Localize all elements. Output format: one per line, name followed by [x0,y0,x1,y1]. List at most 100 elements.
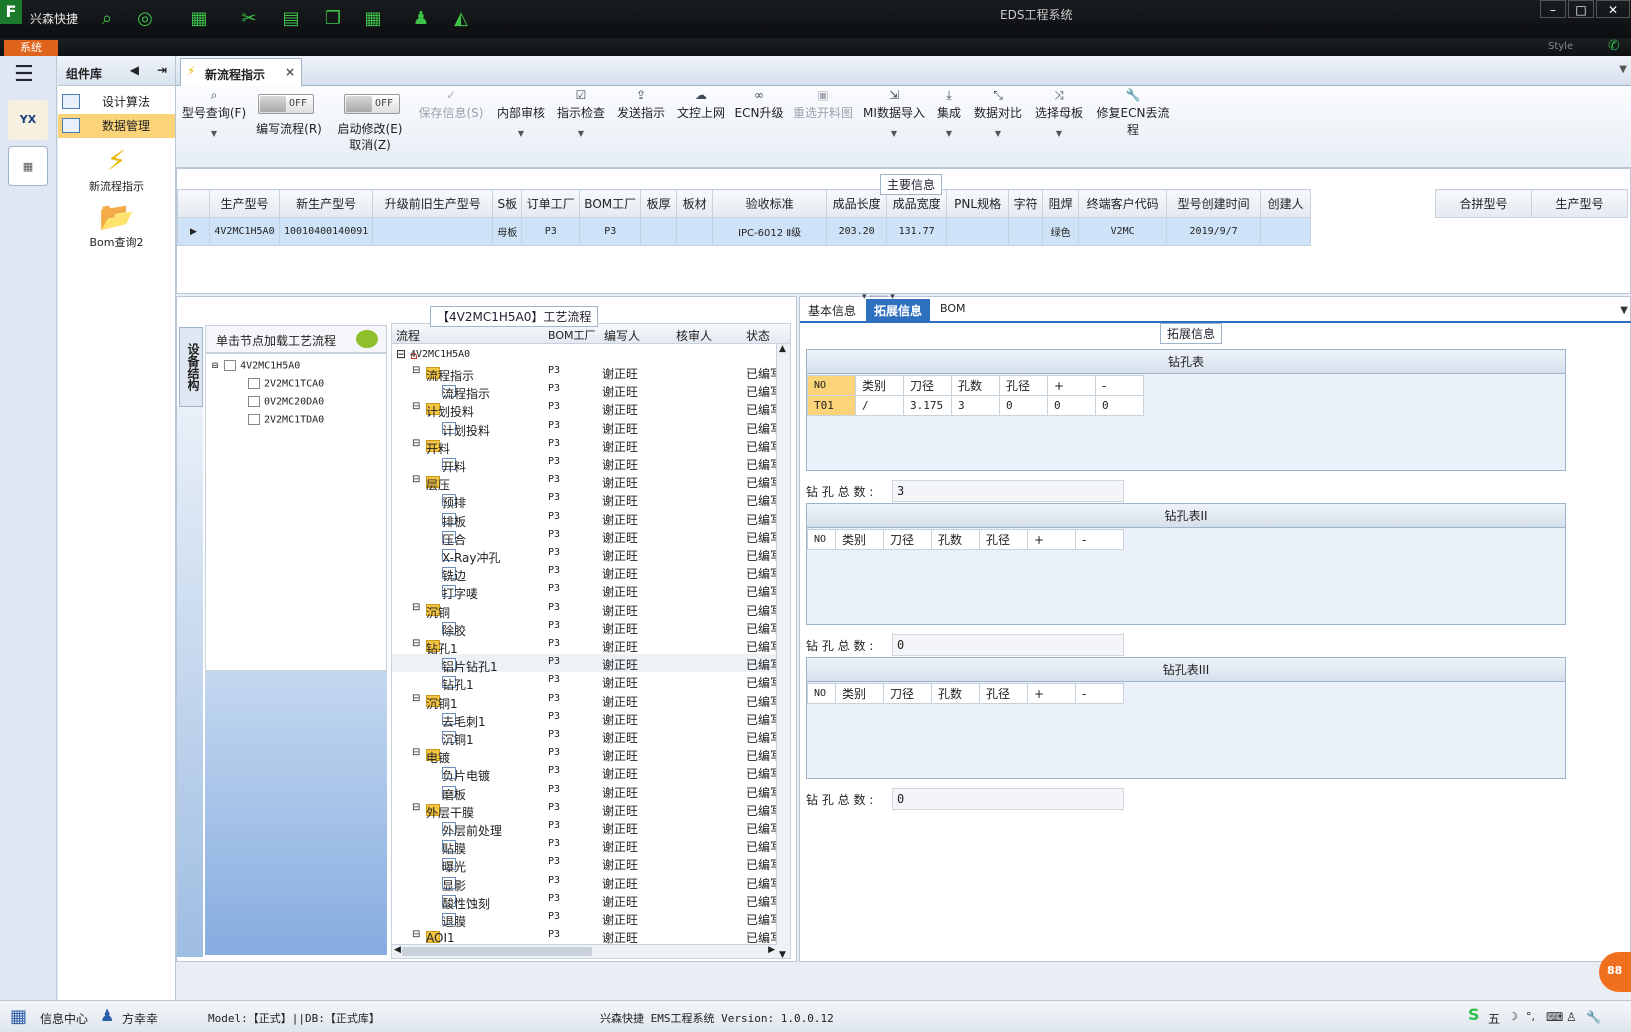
instruction-check-button[interactable]: ☑ 指示检查 ▼ [554,88,608,138]
cancel-modify-label[interactable]: 取消(Z) [334,136,406,153]
ime-mode[interactable]: 五 [1488,1010,1500,1027]
punctuation-icon[interactable]: °, [1526,1010,1535,1023]
table-row[interactable]: 贴膜 P3 谢正旺 已编写 [392,836,782,856]
calculator-icon[interactable]: ▦ [8,146,48,186]
keyboard-icon[interactable]: ⌨ [1546,1010,1563,1024]
table-cell[interactable]: 0 [999,395,1048,416]
column-header[interactable]: 新生产型号 [278,189,374,218]
tree-node[interactable]: 0V2MC20DA0 [248,396,324,408]
collapse-icon[interactable]: ⊟ [412,474,420,485]
table-row[interactable]: ⊟ 开料 P3 谢正旺 已编写 [392,436,782,456]
column-header[interactable]: 阻焊 [1042,189,1080,218]
column-header[interactable]: - [1095,375,1144,396]
column-header[interactable]: 板材 [676,189,714,218]
table-row[interactable]: ▶ 4V2MC1H5A0 10010400140091 母板 P3 P3 IPC-6012 … [177,217,1312,246]
column-header[interactable]: 类别 [835,683,884,704]
table-row[interactable]: 钻孔1 P3 谢正旺 已编写 [392,672,782,692]
column-header[interactable]: 类别 [855,375,904,396]
doc-control-online-button[interactable]: ☁ 文控上网 [674,88,728,121]
equipment-structure-tab[interactable]: 设备结构 [179,327,203,407]
table-cell[interactable]: 0 [1047,395,1096,416]
column-header[interactable]: 孔数 [931,529,980,550]
table-cell[interactable]: 10010400140091 [278,217,374,246]
collapse-icon[interactable]: ⊟ [412,929,420,940]
checkbox[interactable] [248,378,260,389]
table-row[interactable]: 负片电镀 P3 谢正旺 已编写 [392,763,782,783]
wrench-icon[interactable]: 🔧 [1586,1010,1601,1024]
col-status[interactable]: 状态 [746,327,770,344]
reselect-cut-drawing-button[interactable]: ▣ 重选开料图 [790,88,856,121]
table-cell[interactable] [946,217,1010,246]
column-header[interactable]: S板 [492,189,523,218]
table-cell[interactable]: 3.175 [903,395,952,416]
table-row[interactable]: 外层前处理 P3 谢正旺 已编写 [392,818,782,838]
table-row[interactable]: 显影 P3 谢正旺 已编写 [392,873,782,893]
table-row[interactable]: 流程指示 P3 谢正旺 已编写 [392,381,782,401]
windows-grid-icon[interactable]: ▦ [10,1006,27,1027]
table-cell[interactable]: 0 [1095,395,1144,416]
collapse-icon[interactable]: ⊟ [396,347,406,361]
moon-icon[interactable]: ☽ [1508,1010,1518,1023]
lifebuoy-icon[interactable]: ◎ [134,8,156,30]
tab-list-dropdown-icon[interactable]: ▼ [1619,64,1627,75]
column-header[interactable]: 孔径 [999,375,1048,396]
notification-badge[interactable]: 88 [1599,952,1631,992]
table-row[interactable]: T01/3.175 3 0 0 0 [807,395,1144,416]
scroll-right-icon[interactable]: ▶ [768,945,775,955]
table-row[interactable]: 退膜 P3 谢正旺 已编写 [392,909,782,929]
save-info-button[interactable]: ✓ 保存信息(S) [416,88,486,121]
column-header[interactable]: NO [807,375,856,396]
sogou-ime-icon[interactable]: S [1468,1005,1480,1024]
table-row[interactable]: 排板 P3 谢正旺 已编写 [392,509,782,529]
table-row[interactable]: ⊟ 沉铜 P3 谢正旺 已编写 [392,600,782,620]
table-row[interactable]: ⊟ 计划投料 P3 谢正旺 已编写 [392,399,782,419]
model-query-button[interactable]: ⌕ 型号查询(F) ▼ [180,88,248,138]
drill-total-field[interactable]: 0 [892,788,1124,810]
tree-node[interactable]: 2V2MC1TCA0 [248,378,324,390]
tab-dropdown-icon[interactable]: ▼ [1620,305,1628,316]
checkbox[interactable] [224,360,237,371]
collapse-icon[interactable]: ⊟ [412,401,420,412]
table-row[interactable]: 酸性蚀刻 P3 谢正旺 已编写 [392,891,782,911]
collapse-icon[interactable]: ⊟ [412,365,420,376]
minimize-icon[interactable]: – [1540,0,1566,18]
table-cell[interactable] [676,217,714,246]
enable-modify-toggle[interactable]: OFF [344,94,400,114]
column-header[interactable]: + [1027,529,1076,550]
table-cell[interactable]: 3 [951,395,1000,416]
splitter-handle-icon[interactable]: ▾ ⋯⋯ ▾ [862,292,895,302]
column-header[interactable]: 孔数 [931,683,980,704]
column-header[interactable]: NO [807,529,836,550]
table-row[interactable]: ⊟ 沉铜1 P3 谢正旺 已编写 [392,691,782,711]
tab-basic-info[interactable]: 基本信息 [800,299,864,321]
scroll-thumb[interactable] [402,947,592,956]
bom-query2-item[interactable]: 📂 Bom查询2 [58,200,175,250]
table-cell[interactable]: P3 [579,217,642,246]
table-row[interactable]: 去毛刺1 P3 谢正旺 已编写 [392,709,782,729]
table-row[interactable]: 铝片钻孔1 P3 谢正旺 已编写 [392,654,782,674]
pin-icon[interactable]: ⇥ [157,63,167,77]
user-icon[interactable]: ♙ [1566,1010,1577,1024]
search-icon[interactable]: ⌕ [96,8,118,30]
user-icon[interactable]: ♟ [410,8,432,30]
collapse-icon[interactable]: ⊟ [412,638,420,649]
internal-review-button[interactable]: 内部审核 ▼ [494,88,548,138]
info-center-link[interactable]: 信息中心 [40,1010,88,1027]
table-row[interactable]: 铣边 P3 谢正旺 已编写 [392,563,782,583]
vertical-scrollbar[interactable]: ▲ ▼ [776,344,790,958]
column-header[interactable]: 刀径 [883,683,932,704]
column-header[interactable]: BOM工厂 [579,189,642,218]
table-row[interactable]: 磨板 P3 谢正旺 已编写 [392,782,782,802]
collapse-icon[interactable]: ⊟ [412,438,420,449]
tab-extended-info[interactable]: 拓展信息 [866,299,931,321]
column-header[interactable]: 订单工厂 [521,189,581,218]
table-cell[interactable]: 4V2MC1H5A0 [209,217,280,246]
column-header[interactable]: + [1047,375,1096,396]
hamburger-menu-icon[interactable]: ☰ [14,62,34,87]
apps-icon[interactable]: ▦ [362,8,384,30]
column-header[interactable]: 升级前旧生产型号 [372,189,494,218]
collapse-icon[interactable]: ⊟ [412,693,420,704]
grid-icon[interactable]: ▦ [188,8,210,30]
table-cell[interactable]: 绿色 [1042,217,1080,246]
horizontal-scrollbar[interactable]: ◀ ▶ [392,944,777,958]
